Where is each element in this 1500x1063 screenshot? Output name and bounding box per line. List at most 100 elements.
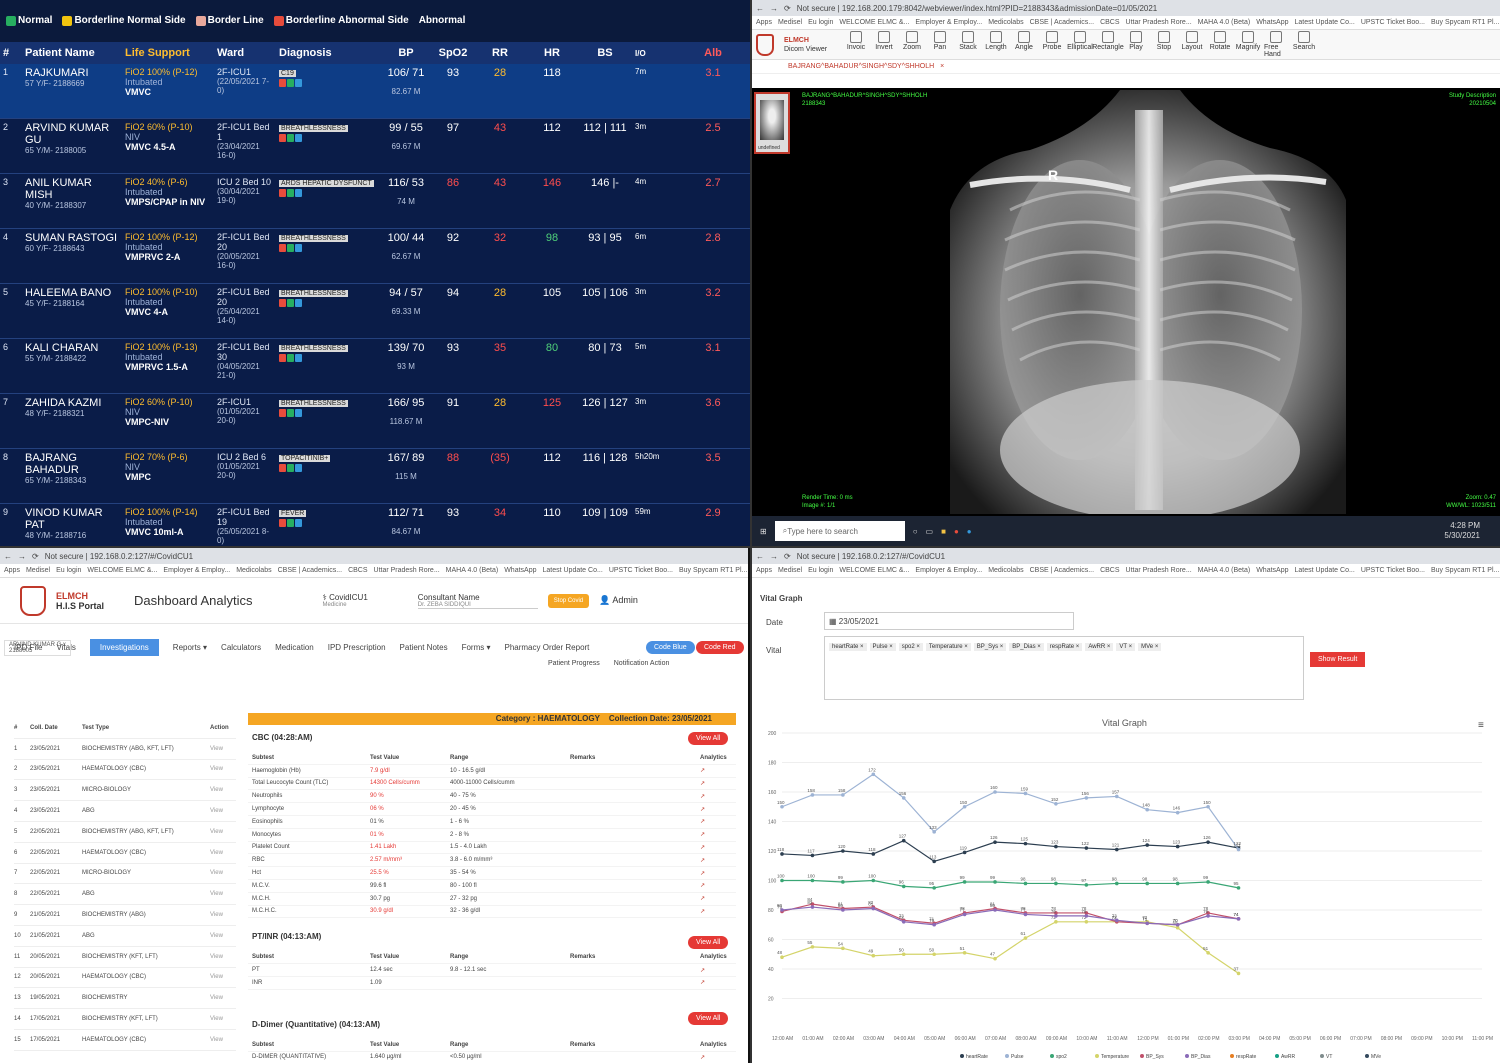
report-icon[interactable]: [279, 189, 286, 197]
bookmark-link[interactable]: Uttar Pradesh Rore...: [374, 567, 440, 574]
file-icon[interactable]: [295, 79, 302, 87]
forward-icon[interactable]: →: [770, 552, 778, 561]
analytics-icon[interactable]: ↗: [700, 818, 730, 825]
patient-name[interactable]: RAJKUMARI: [25, 67, 119, 79]
column-header[interactable]: RR: [474, 44, 526, 62]
patient-cell[interactable]: ARVIND KUMAR GU 65 Y/M- 2188005: [22, 119, 122, 158]
file-icon[interactable]: [295, 409, 302, 417]
analytics-icon[interactable]: ↗: [700, 793, 730, 800]
bookmark-link[interactable]: Apps: [4, 567, 20, 574]
stop-covid-button[interactable]: Stop Covid: [547, 593, 590, 608]
menu-item-pharmacy-order-report[interactable]: Pharmacy Order Report: [504, 643, 589, 652]
column-header[interactable]: BS: [578, 44, 632, 62]
view-link[interactable]: View: [210, 870, 232, 876]
bookmark-link[interactable]: Latest Update Co...: [1294, 567, 1354, 574]
bookmark-link[interactable]: CBCS: [1100, 19, 1119, 26]
analytics-icon[interactable]: ↗: [700, 979, 730, 986]
patient-name[interactable]: BAJRANG BAHADUR: [25, 452, 119, 476]
column-header[interactable]: Patient Name: [22, 44, 122, 62]
bookmark-link[interactable]: WhatsApp: [504, 567, 536, 574]
patient-cell[interactable]: KALI CHARAN 55 Y/M- 2188422: [22, 339, 122, 366]
file-icon[interactable]: [295, 189, 302, 197]
list-item[interactable]: 6 22/05/2021 HAEMATOLOGY (CBC) View: [14, 843, 236, 864]
patient-cell[interactable]: RAJKUMARI 57 Y/F- 2188669: [22, 64, 122, 91]
analytics-icon[interactable]: ↗: [700, 767, 730, 774]
view-link[interactable]: View: [210, 995, 232, 1001]
bookmark-link[interactable]: Employer & Employ...: [163, 567, 230, 574]
chat-icon[interactable]: [287, 244, 294, 252]
address-text[interactable]: Not secure | 192.168.0.2:127/#/CovidCU1: [45, 552, 193, 561]
analytics-icon[interactable]: ↗: [700, 908, 730, 915]
bookmark-link[interactable]: CBCS: [348, 567, 367, 574]
list-item[interactable]: 4 23/05/2021 ABG View: [14, 801, 236, 822]
view-link[interactable]: View: [210, 891, 232, 897]
column-header[interactable]: I/O: [632, 46, 692, 61]
tool-button-pan[interactable]: Pan: [928, 31, 952, 58]
chat-icon[interactable]: [287, 299, 294, 307]
patient-cell[interactable]: VINOD KUMAR PAT 48 Y/M- 2188716: [22, 504, 122, 543]
menu-item-reports[interactable]: Reports ▾: [173, 643, 207, 652]
tool-button-search[interactable]: Search: [1292, 31, 1316, 58]
patient-row[interactable]: 5 HALEEMA BANO 45 Y/F- 2188164 FiO2 100% (P…: [0, 284, 750, 339]
bookmark-link[interactable]: MAHA 4.0 (Beta): [446, 567, 499, 574]
view-all-ddimer-button[interactable]: View All: [688, 1012, 729, 1025]
tool-button-free-hand[interactable]: Free Hand: [1264, 31, 1288, 58]
list-item[interactable]: 13 19/05/2021 BIOCHEMISTRY View: [14, 988, 236, 1010]
report-icon[interactable]: [279, 134, 286, 142]
report-icon[interactable]: [279, 409, 286, 417]
view-all-cbc-button[interactable]: View All: [688, 732, 729, 745]
chat-icon[interactable]: [287, 409, 294, 417]
tool-button-invoic[interactable]: Invoic: [844, 31, 868, 58]
bookmark-link[interactable]: Eu login: [56, 567, 81, 574]
edge-icon[interactable]: ●: [967, 527, 972, 536]
bookmark-link[interactable]: Buy Spycam RT1 Pl...: [1431, 567, 1499, 574]
close-icon[interactable]: ×: [940, 63, 944, 70]
taskbar-search[interactable]: ⌕ Type here to search: [774, 521, 905, 541]
chat-icon[interactable]: [287, 354, 294, 362]
view-link[interactable]: View: [210, 746, 232, 752]
list-item[interactable]: 7 22/05/2021 MICRO-BIOLOGY View: [14, 864, 236, 885]
report-icon[interactable]: [279, 299, 286, 307]
patient-name[interactable]: VINOD KUMAR PAT: [25, 507, 119, 531]
user-name[interactable]: Admin: [612, 595, 638, 605]
bookmark-link[interactable]: Medicolabs: [236, 567, 271, 574]
patient-name[interactable]: HALEEMA BANO: [25, 287, 119, 299]
list-item[interactable]: 15 17/05/2021 HAEMATOLOGY (CBC) View: [14, 1030, 236, 1051]
bookmark-link[interactable]: Eu login: [808, 567, 833, 574]
vital-chip[interactable]: spo2 ×: [898, 643, 923, 651]
column-header[interactable]: SpO2: [432, 44, 474, 62]
analytics-icon[interactable]: ↗: [700, 895, 730, 902]
bookmark-link[interactable]: UPSTC Ticket Boo...: [1361, 19, 1425, 26]
patient-name[interactable]: KALI CHARAN: [25, 342, 119, 354]
patient-cell[interactable]: HALEEMA BANO 45 Y/F- 2188164: [22, 284, 122, 311]
forward-icon[interactable]: →: [18, 552, 26, 561]
reload-icon[interactable]: ⟳: [784, 4, 791, 13]
column-header[interactable]: HR: [526, 44, 578, 62]
patient-row[interactable]: 4 SUMAN RASTOGI 60 Y/F- 2188643 FiO2 100% (…: [0, 229, 750, 284]
menu-item-forms[interactable]: Forms ▾: [462, 643, 491, 652]
tool-button-stack[interactable]: Stack: [956, 31, 980, 58]
taskview-icon[interactable]: ▭: [926, 527, 934, 536]
view-link[interactable]: View: [210, 829, 232, 835]
column-header[interactable]: Diagnosis: [276, 44, 380, 62]
vital-chip[interactable]: respRate ×: [1046, 643, 1083, 651]
file-icon[interactable]: [295, 244, 302, 252]
tool-button-layout[interactable]: Layout: [1180, 31, 1204, 58]
patient-cell[interactable]: ZAHIDA KAZMI 48 Y/F- 2188321: [22, 394, 122, 421]
view-all-ptinr-button[interactable]: View All: [688, 936, 729, 949]
report-icon[interactable]: [279, 244, 286, 252]
patient-cell[interactable]: SUMAN RASTOGI 60 Y/F- 2188643: [22, 229, 122, 256]
file-icon[interactable]: [295, 134, 302, 142]
chat-icon[interactable]: [287, 464, 294, 472]
bookmark-link[interactable]: CBSE | Academics...: [1030, 19, 1094, 26]
bookmark-link[interactable]: CBSE | Academics...: [1030, 567, 1094, 574]
column-header[interactable]: BP: [380, 44, 432, 62]
bookmark-link[interactable]: UPSTC Ticket Boo...: [609, 567, 673, 574]
analytics-icon[interactable]: ↗: [700, 870, 730, 877]
menu-item-notification-action[interactable]: Notification Action: [614, 660, 670, 667]
bookmark-link[interactable]: Latest Update Co...: [1294, 19, 1354, 26]
vital-chip[interactable]: Pulse ×: [869, 643, 896, 651]
file-icon[interactable]: [295, 354, 302, 362]
tool-button-zoom[interactable]: Zoom: [900, 31, 924, 58]
tool-button-probe[interactable]: Probe: [1040, 31, 1064, 58]
